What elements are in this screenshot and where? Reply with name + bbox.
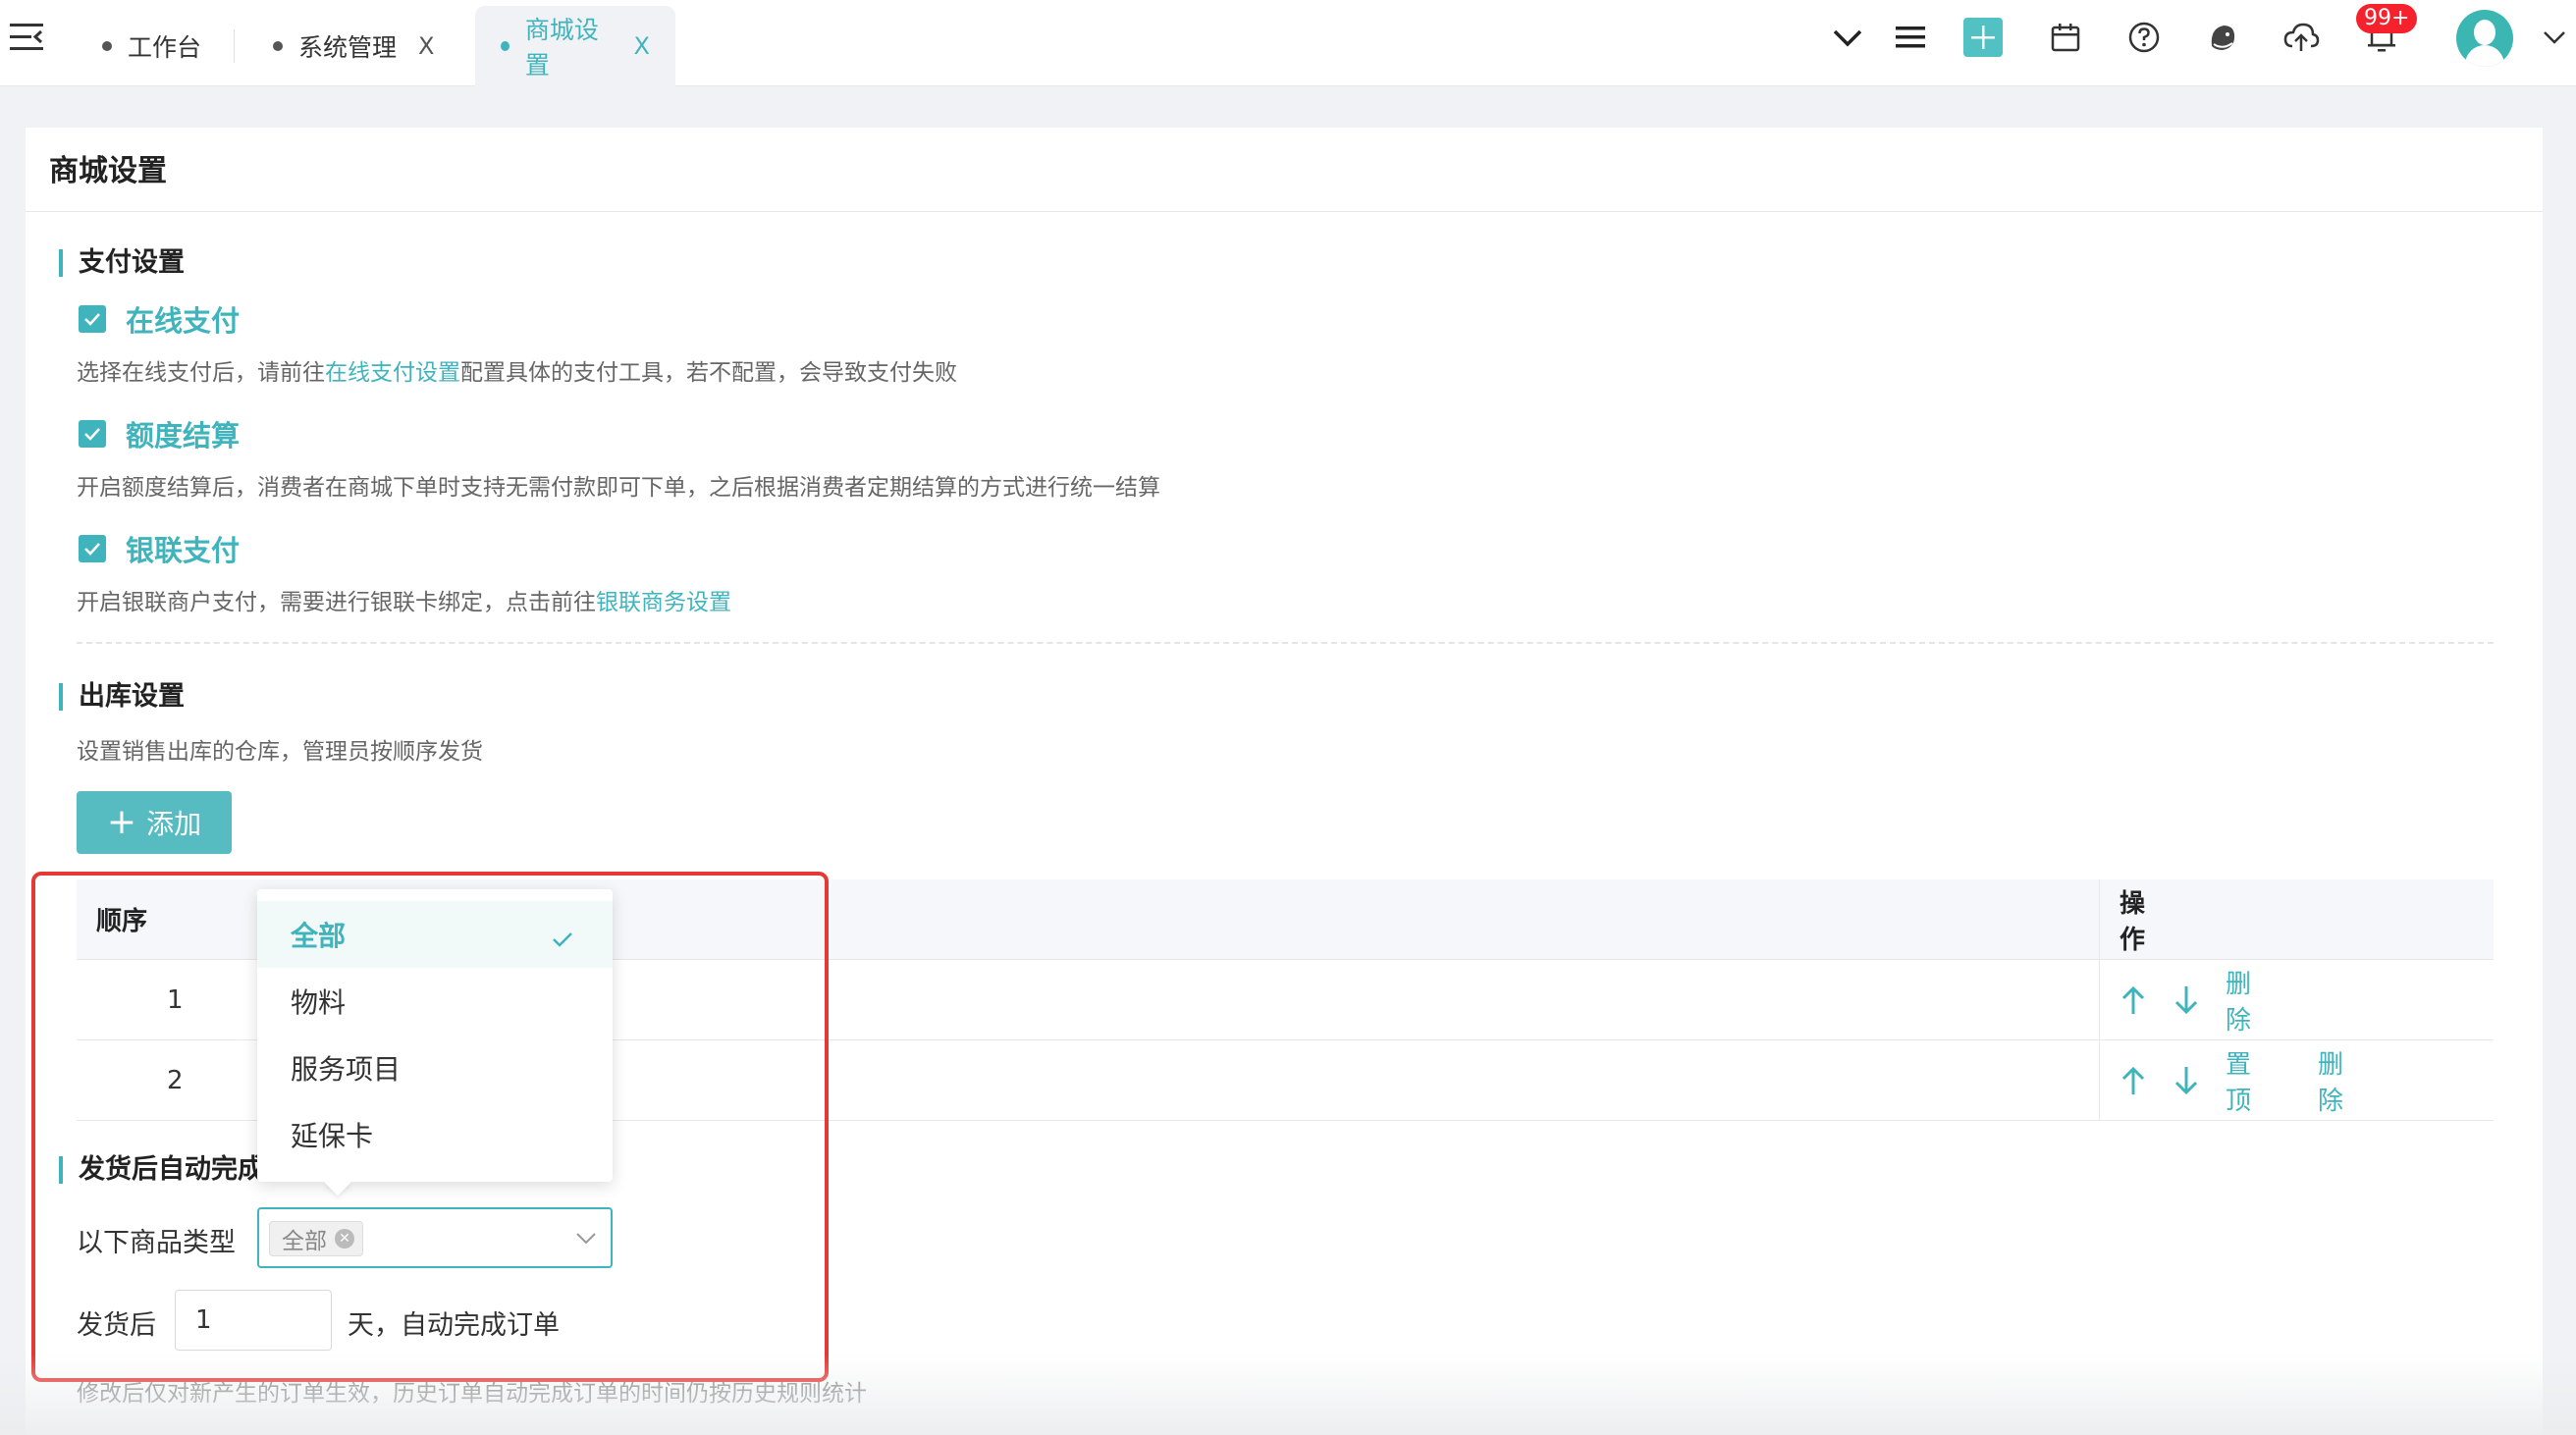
product-type-select[interactable]: 全部 ✕ — [257, 1207, 613, 1268]
close-icon[interactable]: X — [634, 32, 650, 60]
menu-collapse-icon[interactable] — [8, 18, 47, 57]
calendar-icon[interactable] — [2044, 16, 2087, 59]
days-input[interactable]: 1 — [175, 1290, 332, 1351]
section-title-warehouse: 出库设置 — [59, 683, 185, 711]
tab-mall-settings[interactable]: 商城设置 X — [475, 6, 675, 86]
help-icon[interactable] — [2122, 16, 2166, 59]
dropdown-option-materials[interactable]: 物料 — [257, 968, 613, 1035]
cloud-upload-icon[interactable] — [2280, 16, 2323, 59]
desc-text: 开启银联商户支付，需要进行银联卡绑定，点击前往 — [77, 590, 596, 615]
checkbox-checked-icon[interactable] — [79, 305, 106, 333]
tab-divider — [234, 29, 235, 63]
page-title: 商城设置 — [26, 128, 2543, 212]
section-title-auto-complete: 发货后自动完成 — [59, 1156, 264, 1184]
user-menu-caret-icon[interactable] — [2533, 16, 2576, 59]
tab-system-management[interactable]: 系统管理 X — [247, 6, 459, 86]
online-payment-settings-link[interactable]: 在线支付设置 — [325, 360, 460, 386]
option-label: 延保卡 — [291, 1120, 374, 1152]
check-icon — [552, 923, 573, 955]
product-type-dropdown: 全部 物料 服务项目 延保卡 — [257, 889, 613, 1196]
product-type-label: 以下商品类型 — [77, 1228, 236, 1258]
tab-dot — [501, 41, 510, 51]
close-icon[interactable]: X — [418, 32, 434, 60]
unionpay-option[interactable]: 银联支付 — [79, 528, 240, 569]
tab-label: 系统管理 — [298, 33, 398, 62]
ops-column: 删除 — [2099, 960, 2251, 1039]
tab-dot — [273, 41, 283, 51]
desc-text: 选择在线支付后，请前往 — [77, 360, 325, 386]
online-payment-option[interactable]: 在线支付 — [79, 298, 240, 340]
tab-dot — [102, 41, 112, 51]
avatar-bird-icon[interactable] — [2201, 16, 2244, 59]
move-down-icon[interactable] — [2173, 1040, 2200, 1120]
plus-icon: + — [106, 802, 137, 842]
chevron-down-icon[interactable] — [1826, 16, 1869, 59]
row-order: 1 — [167, 984, 184, 1015]
warehouse-desc: 设置销售出库的仓库，管理员按顺序发货 — [77, 739, 483, 765]
quota-settlement-desc: 开启额度结算后，消费者在商城下单时支持无需付款即可下单，之后根据消费者定期结算的… — [77, 475, 1160, 501]
after-shipment-label: 发货后 — [77, 1310, 156, 1341]
quota-settlement-label: 额度结算 — [126, 419, 241, 452]
unionpay-desc: 开启银联商户支付，需要进行银联卡绑定，点击前往银联商务设置 — [77, 583, 731, 616]
desc-text: 配置具体的支付工具，若不配置，会导致支付失败 — [460, 360, 957, 386]
list-menu-icon[interactable] — [1889, 16, 1932, 59]
add-warehouse-button[interactable]: + 添加 — [77, 791, 232, 854]
auto-complete-note: 修改后仅对新产生的订单生效，历史订单自动完成订单的时间仍按历史规则统计 — [77, 1381, 867, 1407]
dropdown-option-services[interactable]: 服务项目 — [257, 1035, 613, 1101]
pin-top-link[interactable]: 置顶 — [2226, 1040, 2251, 1120]
move-up-icon[interactable] — [2120, 1040, 2147, 1120]
top-bar: 工作台 系统管理 X 商城设置 X 99+ — [0, 0, 2576, 86]
tab-label: 工作台 — [128, 33, 202, 62]
add-button-label: 添加 — [146, 808, 202, 840]
unionpay-label: 银联支付 — [126, 534, 241, 567]
checkbox-checked-icon[interactable] — [79, 420, 106, 448]
unionpay-business-settings-link[interactable]: 银联商务设置 — [596, 590, 731, 615]
row-order: 2 — [167, 1065, 184, 1095]
column-header-order: 顺序 — [96, 907, 148, 936]
move-down-icon[interactable] — [2173, 960, 2200, 1039]
column-header-ops: 操作 — [2120, 888, 2146, 955]
tab-workbench[interactable]: 工作台 — [77, 6, 227, 86]
settings-card: 商城设置 支付设置 在线支付 选择在线支付后，请前往在线支付设置配置具体的支付工… — [26, 128, 2543, 1435]
option-label: 全部 — [291, 920, 347, 952]
dropdown-option-warranty-card[interactable]: 延保卡 — [257, 1101, 613, 1168]
tab-label: 商城设置 — [524, 16, 599, 80]
selected-tag: 全部 ✕ — [269, 1221, 363, 1256]
quota-settlement-option[interactable]: 额度结算 — [79, 413, 240, 454]
section-divider — [77, 642, 2494, 644]
notification-badge: 99+ — [2356, 4, 2418, 33]
user-avatar[interactable] — [2456, 10, 2513, 67]
chevron-down-icon — [575, 1227, 597, 1252]
ops-column: 操作 — [2099, 879, 2145, 959]
online-payment-desc: 选择在线支付后，请前往在线支付设置配置具体的支付工具，若不配置，会导致支付失败 — [77, 353, 957, 387]
dropdown-option-all[interactable]: 全部 — [257, 901, 613, 968]
days-suffix-label: 天，自动完成订单 — [348, 1310, 560, 1341]
tag-remove-icon[interactable]: ✕ — [335, 1229, 354, 1249]
checkbox-checked-icon[interactable] — [79, 535, 106, 562]
section-title-payment: 支付设置 — [59, 249, 185, 277]
delete-link[interactable]: 删除 — [2226, 960, 2251, 1039]
option-label: 服务项目 — [291, 1053, 402, 1086]
tag-label: 全部 — [282, 1229, 327, 1254]
move-up-icon[interactable] — [2120, 960, 2147, 1039]
ops-column: 置顶 删除 — [2099, 1040, 2343, 1120]
delete-link[interactable]: 删除 — [2318, 1040, 2343, 1120]
online-payment-label: 在线支付 — [126, 304, 241, 338]
option-label: 物料 — [291, 986, 347, 1019]
add-square-icon[interactable] — [1961, 16, 2005, 59]
